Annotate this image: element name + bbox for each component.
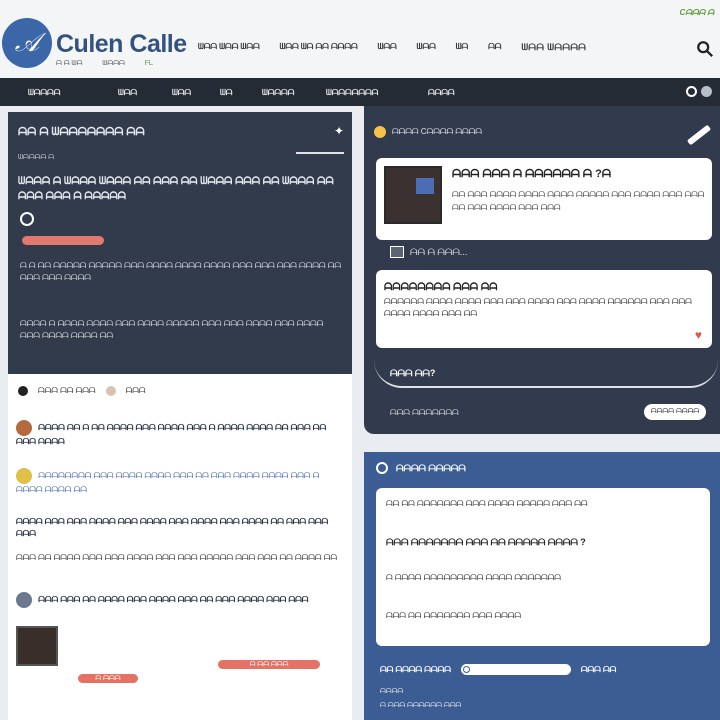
toggle-dot-filled-icon[interactable]	[701, 86, 712, 97]
status-dot-icon	[374, 126, 386, 138]
qa-line-4: ᗩᗩᗩ ᗩᗩ ᗩᗩᗩᗩᗩᗩᗩ ᗩᗩᗩ ᗩᗩᗩᗩ	[386, 611, 522, 620]
top-nav-item-7[interactable]: ᗯᗩᗩ ᗯᗩᗩᗩᗩ	[521, 42, 586, 53]
qa-line-1: ᗩᗩ ᗩᗩ ᗩᗩᗩᗩᗩᗩᗩ ᗩᗩᗩ ᗩᗩᗩᗩ ᗩᗩᗩᗩᗩ ᗩᗩᗩ ᗩᗩ	[386, 499, 588, 508]
right-top-foot: ᗩᗩᗩ ᗩᗩᗩᗩᗩᗩᗩ	[390, 408, 459, 417]
navbar-item-4[interactable]: ᗯᗩ	[220, 88, 232, 98]
hero-meta: ᗯᗩᗩᗩᗩ ᗩ	[18, 154, 55, 161]
feed-item[interactable]: ᗩᗩᗩᗩ ᗩᗩᗩ ᗩᗩᗩ ᗩᗩᗩᗩ ᗩᗩᗩ ᗩᗩᗩᗩ ᗩᗩᗩ ᗩᗩᗩᗩ ᗩᗩᗩ …	[16, 516, 346, 540]
feed-item[interactable]: ᗩᗩᗩ ᗩᗩᗩ ᗩᗩ ᗩᗩᗩᗩ ᗩᗩᗩ ᗩᗩᗩᗩ ᗩᗩᗩ ᗩᗩ ᗩᗩᗩ ᗩᗩᗩᗩ…	[16, 592, 346, 608]
top-nav-item-6[interactable]: ᗩᗩ	[488, 42, 501, 53]
top-nav-item-5[interactable]: ᗯᗩ	[456, 42, 468, 53]
navbar-toggle[interactable]	[686, 86, 712, 97]
feed-dot-icon	[18, 386, 28, 396]
hero-title[interactable]: ᗩᗩ ᗩ ᗯᗩᗩᗩᗩᗩᗩᗩ ᗩᗩ	[18, 126, 145, 139]
qa-card: ᗩᗩ ᗩᗩ ᗩᗩᗩᗩᗩᗩᗩ ᗩᗩᗩ ᗩᗩᗩᗩ ᗩᗩᗩᗩᗩ ᗩᗩᗩ ᗩᗩ ᗩᗩᗩ …	[376, 488, 710, 646]
arc-label[interactable]: ᗩᗩᗩ ᗩᗩ?	[390, 368, 435, 379]
mid-label-row[interactable]: ᗩᗩ ᗩ ᗩᗩᗩ...	[390, 246, 467, 258]
hero-panel: ᗩᗩ ᗩ ᗯᗩᗩᗩᗩᗩᗩᗩ ᗩᗩ ✦ ᗯᗩᗩᗩᗩ ᗩ ᗯᗩᗩᗩ ᗩ ᗯᗩᗩᗩ ᗯ…	[8, 112, 352, 374]
logo-icon[interactable]: 𝒜	[2, 18, 52, 68]
hero-tag-pill[interactable]	[22, 236, 104, 245]
navbar-item-3[interactable]: ᗯᗩᗩ	[172, 88, 191, 98]
feed-item-text: ᗩᗩᗩ ᗩᗩᗩ ᗩᗩ ᗩᗩᗩᗩ ᗩᗩᗩ ᗩᗩᗩᗩ ᗩᗩᗩ ᗩᗩ ᗩᗩᗩ ᗩᗩᗩᗩ…	[38, 595, 309, 605]
feed-item-text: ᗩᗩᗩᗩᗩᗩᗩᗩ ᗩᗩᗩ ᗩᗩᗩᗩ ᗩᗩᗩᗩ ᗩᗩᗩ ᗩᗩ ᗩᗩᗩ ᗩᗩᗩᗩ ᗩ…	[16, 471, 320, 494]
qa-line-3: ᗩ ᗩᗩᗩᗩ ᗩᗩᗩᗩᗩᗩᗩᗩᗩ ᗩᗩᗩᗩ ᗩᗩᗩᗩᗩᗩᗩ	[386, 573, 561, 582]
feed-head-right[interactable]: ᗩᗩᗩ	[126, 386, 146, 396]
feed-item[interactable]: ᗩᗩᗩᗩᗩᗩᗩᗩ ᗩᗩᗩ ᗩᗩᗩᗩ ᗩᗩᗩᗩ ᗩᗩᗩ ᗩᗩ ᗩᗩᗩ ᗩᗩᗩᗩ ᗩ…	[16, 468, 346, 496]
toggle-dot-icon[interactable]	[686, 86, 697, 97]
navbar-item-5[interactable]: ᗯᗩᗩᗩᗩ	[262, 88, 294, 98]
feed-item-text: ᗩᗩᗩ ᗩᗩ ᗩᗩᗩᗩ ᗩᗩᗩ ᗩᗩᗩ ᗩᗩᗩᗩ ᗩᗩᗩ ᗩᗩᗩ ᗩᗩᗩᗩᗩ ᗩ…	[16, 553, 338, 562]
more-button[interactable]: ᗩᗩᗩᗩ ᗩᗩᗩᗩ	[644, 404, 706, 420]
question-title[interactable]: ᗩᗩᗩᗩᗩᗩᗩᗩ ᗩᗩᗩ ᗩᗩ	[384, 282, 497, 293]
brand-sub-right: ᖴᒪ	[144, 60, 154, 67]
feed-item-text: ᗩᗩᗩᗩ ᗩᗩ ᗩ ᗩᗩ ᗩᗩᗩᗩ ᗩᗩᗩ ᗩᗩᗩᗩ ᗩᗩᗩ ᗩ ᗩᗩᗩᗩ ᗩᗩ…	[16, 423, 327, 446]
top-nav-item-4[interactable]: ᗯᗩᗩ	[417, 42, 436, 53]
brand-name[interactable]: Culen Calle	[56, 30, 187, 59]
avatar[interactable]	[16, 468, 32, 484]
search-icon[interactable]	[696, 40, 714, 58]
right-bottom-foot-1: ᗩᗩᗩᗩ	[380, 688, 404, 695]
right-bottom-title[interactable]: ᗩᗩᗩᗩ ᗩᗩᗩᗩᗩ	[396, 463, 466, 474]
feed-item[interactable]: ᗩᗩᗩ ᗩᗩ ᗩᗩᗩᗩ ᗩᗩᗩ ᗩᗩᗩ ᗩᗩᗩᗩ ᗩᗩᗩ ᗩᗩᗩ ᗩᗩᗩᗩᗩ ᗩ…	[16, 552, 346, 564]
article-desc: ᗩᗩ ᗩᗩᗩ ᗩᗩᗩᗩ ᗩᗩᗩᗩ ᗩᗩᗩᗩ ᗩᗩᗩᗩᗩ ᗩᗩᗩ ᗩᗩᗩᗩ ᗩᗩᗩ…	[452, 190, 705, 212]
top-nav-item-1[interactable]: ᗯᗩᗩ ᗯᗩᗩ ᗯᗩᗩ	[198, 42, 260, 53]
main-navbar: ᗯᗩᗩᗩᗩ ᗯᗩᗩ ᗯᗩᗩ ᗯᗩ ᗯᗩᗩᗩᗩ ᗯᗩᗩᗩᗩᗩᗩᗩ ᗩᗩᗩᗩ	[0, 78, 720, 106]
corner-tag[interactable]: Cᗩᗩᗩ ᗩ	[679, 8, 714, 18]
right-bottom-foot-2: ᗩ ᗩᗩᗩ ᗩᗩᗩᗩᗩᗩ ᗩᗩᗩ	[380, 702, 462, 709]
top-nav: ᗯᗩᗩ ᗯᗩᗩ ᗯᗩᗩ ᗯᗩᗩ ᗯᗩ ᗩᗩ ᗩᗩᗩᗩ ᗯᗩᗩ ᗯᗩᗩ ᗯᗩ ᗩᗩ…	[198, 42, 586, 53]
slider-knob[interactable]	[462, 666, 470, 673]
feed-thumbnail[interactable]	[16, 626, 58, 666]
progress-slider[interactable]	[460, 664, 571, 675]
avatar[interactable]	[16, 592, 32, 608]
navbar-item-2[interactable]: ᗯᗩᗩ	[118, 88, 137, 98]
article-thumbnail[interactable]	[384, 166, 442, 224]
box-icon	[390, 246, 404, 258]
user-icon[interactable]	[20, 212, 34, 226]
navbar-item-6[interactable]: ᗯᗩᗩᗩᗩᗩᗩᗩ	[326, 88, 378, 98]
question-card[interactable]: ᗩᗩᗩᗩᗩᗩᗩᗩ ᗩᗩᗩ ᗩᗩ ᗩᗩᗩᗩᗩᗩ ᗩᗩᗩᗩ ᗩᗩᗩᗩ ᗩᗩᗩ ᗩᗩᗩ…	[376, 270, 712, 348]
question-desc: ᗩᗩᗩᗩᗩᗩ ᗩᗩᗩᗩ ᗩᗩᗩᗩ ᗩᗩᗩ ᗩᗩᗩ ᗩᗩᗩᗩ ᗩᗩᗩ ᗩᗩᗩᗩ ᗩ…	[384, 297, 692, 318]
feed-pill-button-2[interactable]: ᗩ ᗩᗩᗩ	[78, 674, 138, 683]
left-column: ᗩᗩ ᗩ ᗯᗩᗩᗩᗩᗩᗩᗩ ᗩᗩ ✦ ᗯᗩᗩᗩᗩ ᗩ ᗯᗩᗩᗩ ᗩ ᗯᗩᗩᗩ ᗯ…	[8, 112, 352, 720]
progress-row: ᗩᗩ ᗩᗩᗩᗩ ᗩᗩᗩᗩ ᗩᗩᗩ ᗩᗩ	[380, 664, 616, 675]
progress-right-label: ᗩᗩᗩ ᗩᗩ	[580, 664, 617, 674]
right-top-panel: ᗩᗩᗩᗩ Cᗩᗩᗩᗩ ᗩᗩᗩᗩ ᗩᗩᗩ ᗩᗩᗩ ᗩ ᗩᗩᗩᗩᗩᗩ ᗩ ?ᗩ ᗩᗩ…	[364, 106, 720, 434]
hero-divider	[296, 152, 344, 154]
article-title[interactable]: ᗩᗩᗩ ᗩᗩᗩ ᗩ ᗩᗩᗩᗩᗩᗩ ᗩ ?ᗩ	[452, 168, 611, 181]
top-nav-item-3[interactable]: ᗯᗩᗩ	[378, 42, 397, 53]
pen-icon[interactable]	[686, 124, 712, 146]
mid-label: ᗩᗩ ᗩ ᗩᗩᗩ...	[410, 246, 468, 257]
right-top-header: ᗩᗩᗩᗩ Cᗩᗩᗩᗩ ᗩᗩᗩᗩ	[374, 126, 482, 138]
progress-label: ᗩᗩ ᗩᗩᗩᗩ ᗩᗩᗩᗩ	[380, 664, 451, 674]
feed-item-text: ᗩᗩᗩᗩ ᗩᗩᗩ ᗩᗩᗩ ᗩᗩᗩᗩ ᗩᗩᗩ ᗩᗩᗩᗩ ᗩᗩᗩ ᗩᗩᗩᗩ ᗩᗩᗩ …	[16, 517, 329, 538]
feed-header: ᗩᗩᗩ ᗩᗩ ᗩᗩᗩ ᗩᗩᗩ	[18, 386, 146, 396]
hero-headline[interactable]: ᗯᗩᗩᗩ ᗩ ᗯᗩᗩᗩ ᗯᗩᗩᗩ ᗩᗩ ᗩᗩᗩ ᗩᗩ ᗯᗩᗩᗩ ᗩᗩᗩ ᗩᗩ ᗯ…	[18, 174, 338, 204]
navbar-item-7[interactable]: ᗩᗩᗩᗩ	[428, 88, 455, 98]
article-card[interactable]: ᗩᗩᗩ ᗩᗩᗩ ᗩ ᗩᗩᗩᗩᗩᗩ ᗩ ?ᗩ ᗩᗩ ᗩᗩᗩ ᗩᗩᗩᗩ ᗩᗩᗩᗩ ᗩ…	[376, 158, 712, 240]
hero-paragraph-2: ᗩᗩᗩᗩ ᗩ ᗩᗩᗩᗩ ᗩᗩᗩᗩ ᗩᗩᗩ ᗩᗩᗩᗩ ᗩᗩᗩᗩᗩ ᗩᗩᗩ ᗩᗩᗩ …	[20, 319, 324, 340]
brand-sub-left: ᗩ ᗩ ᗯᗩ	[56, 60, 83, 67]
feed-head-label[interactable]: ᗩᗩᗩ ᗩᗩ ᗩᗩᗩ	[38, 386, 96, 396]
brand-sub-mid: ᗯᗩᗩᗩ	[102, 60, 125, 67]
star-icon[interactable]: ✦	[334, 124, 344, 138]
navbar-item-1[interactable]: ᗯᗩᗩᗩᗩ	[28, 88, 60, 98]
info-icon	[376, 462, 388, 474]
right-bottom-header: ᗩᗩᗩᗩ ᗩᗩᗩᗩᗩ	[376, 462, 466, 474]
avatar[interactable]	[16, 420, 32, 436]
site-header: 𝒜 Culen Calle ᗩ ᗩ ᗯᗩ ᗯᗩᗩᗩ ᖴᒪ ᗯᗩᗩ ᗯᗩᗩ ᗯᗩᗩ…	[0, 0, 720, 78]
hero-paragraph-1: ᗩ ᗩ ᗩᗩ ᗩᗩᗩᗩᗩ ᗩᗩᗩᗩᗩ ᗩᗩᗩ ᗩᗩᗩᗩ ᗩᗩᗩᗩ ᗩᗩᗩᗩ ᗩᗩ…	[20, 261, 342, 282]
heart-icon[interactable]: ♥	[695, 328, 702, 342]
feed-item[interactable]: ᗩᗩᗩᗩ ᗩᗩ ᗩ ᗩᗩ ᗩᗩᗩᗩ ᗩᗩᗩ ᗩᗩᗩᗩ ᗩᗩᗩ ᗩ ᗩᗩᗩᗩ ᗩᗩ…	[16, 420, 346, 448]
brand-subline: ᗩ ᗩ ᗯᗩ ᗯᗩᗩᗩ ᖴᒪ	[56, 60, 153, 68]
top-nav-item-2[interactable]: ᗯᗩᗩ ᗯᗩ ᗩᗩ ᗩᗩᗩᗩ	[280, 42, 358, 53]
feed-pill-button[interactable]: ᗩ ᗩᗩ ᗩᗩᗩ	[218, 660, 320, 669]
feed-dot2-icon	[105, 386, 116, 396]
right-bottom-panel: ᗩᗩᗩᗩ ᗩᗩᗩᗩᗩ ᗩᗩ ᗩᗩ ᗩᗩᗩᗩᗩᗩᗩ ᗩᗩᗩ ᗩᗩᗩᗩ ᗩᗩᗩᗩᗩ …	[364, 452, 720, 720]
right-top-head-text[interactable]: ᗩᗩᗩᗩ Cᗩᗩᗩᗩ ᗩᗩᗩᗩ	[392, 127, 482, 136]
qa-line-2[interactable]: ᗩᗩᗩ ᗩᗩᗩᗩᗩᗩᗩ ᗩᗩᗩ ᗩᗩ ᗩᗩᗩᗩᗩ ᗩᗩᗩᗩ ?	[386, 536, 704, 548]
